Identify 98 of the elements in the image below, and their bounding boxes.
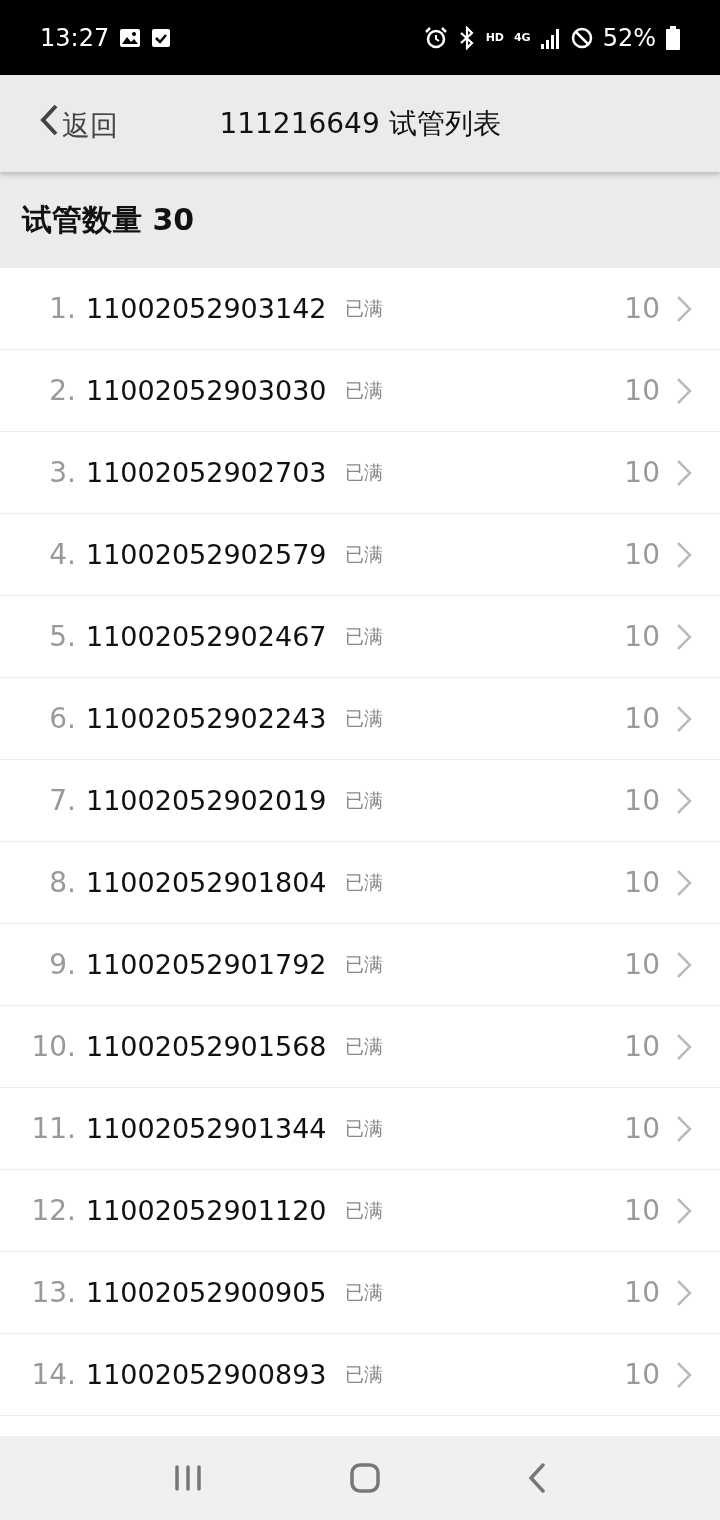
chevron-left-icon — [38, 102, 60, 137]
tube-status: 已满 — [344, 541, 383, 567]
tube-row[interactable]: 1. 11002052903142 已满 10 — [0, 268, 720, 350]
row-index: 11. — [30, 1112, 76, 1145]
tube-row[interactable]: 8. 11002052901804 已满 10 — [0, 842, 720, 924]
sample-count: 10 — [624, 702, 660, 735]
tube-row[interactable]: 9. 11002052901792 已满 10 — [0, 924, 720, 1006]
tube-status: 已满 — [344, 869, 383, 895]
tube-status: 已满 — [344, 705, 383, 731]
tube-row[interactable]: 4. 11002052902579 已满 10 — [0, 514, 720, 596]
tube-code: 11002052901804 — [86, 867, 327, 898]
sample-count: 10 — [624, 1112, 660, 1145]
tube-code: 11002052901568 — [86, 1031, 327, 1062]
sample-count: 10 — [624, 538, 660, 571]
row-index: 13. — [30, 1276, 76, 1309]
row-index: 1. — [48, 292, 76, 325]
tube-code: 11002052902579 — [86, 539, 327, 570]
tube-status: 已满 — [344, 1033, 383, 1059]
chevron-right-icon — [676, 1278, 692, 1307]
tube-row[interactable]: 3. 11002052902703 已满 10 — [0, 432, 720, 514]
row-index: 8. — [48, 866, 76, 899]
tube-code: 11002052900905 — [86, 1277, 327, 1308]
tube-status: 已满 — [344, 1197, 383, 1223]
sample-count: 10 — [624, 784, 660, 817]
tube-code: 11002052902243 — [86, 703, 327, 734]
sample-count: 10 — [624, 456, 660, 489]
chevron-right-icon — [676, 540, 692, 569]
tube-row[interactable]: 14. 11002052900893 已满 10 — [0, 1334, 720, 1416]
tube-code: 11002052901792 — [86, 949, 327, 980]
chevron-right-icon — [676, 704, 692, 733]
chevron-right-icon — [676, 1360, 692, 1389]
tube-status: 已满 — [344, 459, 383, 485]
tube-status: 已满 — [344, 623, 383, 649]
sample-count: 10 — [624, 1358, 660, 1391]
tube-code: 11002052903030 — [86, 375, 327, 406]
tube-code: 11002052902467 — [86, 621, 327, 652]
sample-count: 10 — [624, 948, 660, 981]
row-index: 6. — [48, 702, 76, 735]
tube-status: 已满 — [344, 295, 383, 321]
row-index: 3. — [48, 456, 76, 489]
clock-time: 13:27 — [40, 23, 110, 52]
tube-row[interactable]: 2. 11002052903030 已满 10 — [0, 350, 720, 432]
row-index: 4. — [48, 538, 76, 571]
chevron-right-icon — [676, 1196, 692, 1225]
tube-code: 11002052901120 — [86, 1195, 327, 1226]
tube-row[interactable]: 12. 11002052901120 已满 10 — [0, 1170, 720, 1252]
chevron-right-icon — [676, 868, 692, 897]
sample-count: 10 — [624, 866, 660, 899]
tube-status: 已满 — [344, 951, 383, 977]
page-title: 111216649 试管列表 — [219, 105, 501, 142]
chevron-right-icon — [676, 786, 692, 815]
tube-code: 11002052902019 — [86, 785, 327, 816]
sample-count: 10 — [624, 374, 660, 407]
alarm-icon — [423, 25, 448, 50]
sample-count: 10 — [624, 1030, 660, 1063]
chevron-right-icon — [676, 622, 692, 651]
sample-count: 10 — [624, 292, 660, 325]
section-title: 试管数量 30 — [22, 200, 195, 239]
tube-code: 11002052901344 — [86, 1113, 327, 1144]
tube-row[interactable]: 11. 11002052901344 已满 10 — [0, 1088, 720, 1170]
tube-status: 已满 — [344, 1279, 383, 1305]
sample-count: 10 — [624, 1276, 660, 1309]
sample-count: 10 — [624, 620, 660, 653]
tube-row[interactable]: 5. 11002052902467 已满 10 — [0, 596, 720, 678]
tube-row[interactable]: 7. 11002052902019 已满 10 — [0, 760, 720, 842]
chevron-right-icon — [676, 458, 692, 487]
row-index: 14. — [30, 1358, 76, 1391]
chevron-right-icon — [676, 376, 692, 405]
sample-count: 10 — [624, 1194, 660, 1227]
chevron-right-icon — [676, 950, 692, 979]
tube-code: 11002052903142 — [86, 293, 327, 324]
chevron-right-icon — [676, 1114, 692, 1143]
back-button[interactable]: 返回 — [38, 102, 118, 145]
network-type: 4G — [513, 31, 531, 44]
tube-row[interactable]: 13. 11002052900905 已满 10 — [0, 1252, 720, 1334]
row-index: 9. — [48, 948, 76, 981]
tube-status: 已满 — [344, 377, 383, 403]
battery-percent: 52% — [602, 23, 656, 52]
tube-row[interactable]: 6. 11002052902243 已满 10 — [0, 678, 720, 760]
row-index: 5. — [48, 620, 76, 653]
chevron-right-icon — [676, 1032, 692, 1061]
do-not-disturb-icon — [570, 26, 593, 49]
tube-row[interactable]: 10. 11002052901568 已满 10 — [0, 1006, 720, 1088]
row-index: 12. — [30, 1194, 76, 1227]
tube-code: 11002052902703 — [86, 457, 327, 488]
tube-status: 已满 — [344, 1361, 383, 1387]
signal-icon — [540, 26, 561, 49]
row-index: 2. — [48, 374, 76, 407]
checkbox-icon — [151, 27, 172, 48]
row-index: 7. — [48, 784, 76, 817]
tube-status: 已满 — [344, 1115, 383, 1141]
battery-icon — [666, 25, 680, 50]
network-label: HD — [485, 31, 504, 44]
image-icon — [119, 27, 142, 48]
tube-code: 11002052900893 — [86, 1359, 327, 1390]
row-index: 10. — [30, 1030, 76, 1063]
tube-status: 已满 — [344, 787, 383, 813]
chevron-right-icon — [676, 294, 692, 323]
